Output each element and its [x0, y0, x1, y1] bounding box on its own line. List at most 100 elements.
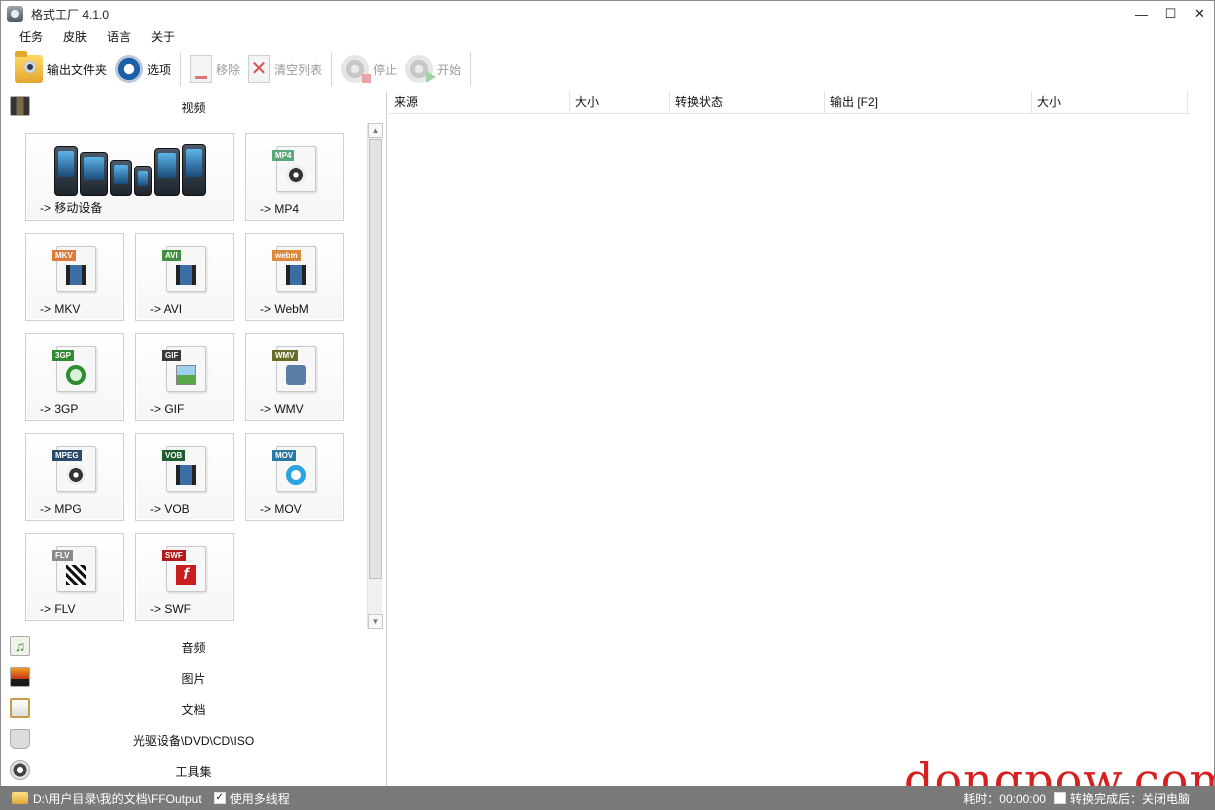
task-list-panel[interactable]: 来源 大小 转换状态 输出 [F2] 大小	[389, 91, 1214, 786]
tile-swf[interactable]: SWF f -> SWF	[135, 533, 234, 621]
stop-reel-icon	[341, 55, 372, 83]
maximize-button[interactable]: ☐	[1156, 1, 1185, 27]
stop-button[interactable]: 停止	[337, 51, 401, 87]
options-gear-icon	[115, 55, 144, 83]
start-label: 开始	[437, 62, 462, 77]
conversion-category-panel: 视频 -> 移动设备 MP4 -> MP4 MKV -> MKV AVI -> …	[1, 91, 387, 786]
tile-label: -> MPG	[40, 502, 82, 516]
tile-label: -> WMV	[260, 402, 304, 416]
column-source[interactable]: 来源	[389, 91, 570, 114]
stop-label: 停止	[373, 62, 398, 77]
format-tag: AVI	[162, 250, 181, 261]
multithread-checkbox[interactable]: ✓	[213, 792, 226, 804]
output-folder-button[interactable]: 输出文件夹	[11, 51, 111, 87]
format-tag: MOV	[272, 450, 297, 461]
category-document[interactable]: 文档	[1, 693, 386, 723]
output-folder-icon[interactable]	[12, 792, 28, 804]
vob-file-icon: VOB	[162, 446, 206, 492]
start-button[interactable]: 开始	[401, 51, 465, 87]
column-output[interactable]: 输出 [F2]	[825, 91, 1032, 114]
window-title: 格式工厂 4.1.0	[31, 7, 110, 22]
scroll-thumb[interactable]	[369, 139, 382, 579]
format-tag: MKV	[52, 250, 76, 261]
tile-label: -> MKV	[40, 302, 81, 316]
start-reel-icon	[405, 55, 437, 83]
tile-mpg[interactable]: MPEG -> MPG	[25, 433, 124, 521]
toolbar-divider	[470, 52, 472, 86]
options-button[interactable]: 选项	[111, 51, 175, 87]
tile-label: -> WebM	[260, 302, 309, 316]
toolbar-divider	[331, 52, 333, 86]
clear-x-icon: ✕	[248, 55, 271, 83]
format-tag: MP4	[272, 150, 295, 161]
elapsed-time: 耗时：00:00:00	[963, 791, 1046, 806]
format-tag: MPEG	[52, 450, 82, 461]
mkv-file-icon: MKV	[52, 246, 96, 292]
swf-file-icon: SWF f	[162, 546, 206, 592]
remove-button[interactable]: 移除	[186, 51, 244, 87]
tile-label: -> MOV	[260, 502, 302, 516]
format-tag: WMV	[272, 350, 298, 361]
category-disc-label: 光驱设备\DVD\CD\ISO	[132, 734, 255, 748]
3gp-file-icon: 3GP	[52, 346, 96, 392]
category-video-label: 视频	[181, 101, 206, 115]
output-folder-label: 输出文件夹	[47, 62, 108, 77]
column-size[interactable]: 大小	[570, 91, 670, 114]
category-image-label: 图片	[181, 672, 206, 686]
multithread-label: 使用多线程	[229, 791, 290, 806]
clear-list-button[interactable]: ✕ 清空列表	[244, 51, 326, 87]
shutdown-checkbox[interactable]	[1053, 792, 1066, 804]
format-tag: SWF	[162, 550, 186, 561]
format-tag: webm	[272, 250, 301, 261]
menu-language[interactable]: 语言	[97, 28, 141, 46]
video-format-grid: -> 移动设备 MP4 -> MP4 MKV -> MKV AVI -> AVI…	[25, 133, 345, 627]
tile-webm[interactable]: webm -> WebM	[245, 233, 344, 321]
tile-label: -> GIF	[150, 402, 185, 416]
menu-about[interactable]: 关于	[141, 28, 185, 46]
tile-label: -> 3GP	[40, 402, 79, 416]
category-image[interactable]: 图片	[1, 662, 386, 692]
output-path[interactable]: D:\用户目录\我的文档\FFOutput	[33, 790, 202, 807]
format-grid-scrollbar[interactable]: ▲ ▼	[367, 123, 383, 629]
category-document-label: 文档	[181, 703, 206, 717]
column-output-size[interactable]: 大小	[1032, 91, 1188, 114]
minimize-button[interactable]: —	[1127, 1, 1156, 27]
tile-wmv[interactable]: WMV -> WMV	[245, 333, 344, 421]
format-tag: VOB	[162, 450, 186, 461]
category-video[interactable]: 视频	[1, 91, 386, 121]
tile-label: -> AVI	[150, 302, 183, 316]
clear-list-label: 清空列表	[274, 62, 323, 77]
mov-file-icon: MOV	[272, 446, 316, 492]
tile-mkv[interactable]: MKV -> MKV	[25, 233, 124, 321]
folder-icon	[15, 51, 43, 83]
tile-mobile-device[interactable]: -> 移动设备	[25, 133, 234, 221]
tile-label: -> SWF	[150, 602, 191, 616]
status-bar: D:\用户目录\我的文档\FFOutput ✓ 使用多线程 耗时：00:00:0…	[0, 786, 1215, 810]
tile-flv[interactable]: FLV -> FLV	[25, 533, 124, 621]
flv-file-icon: FLV	[52, 546, 96, 592]
scroll-down-arrow-icon[interactable]: ▼	[368, 614, 383, 629]
tile-mov[interactable]: MOV -> MOV	[245, 433, 344, 521]
tile-label: -> VOB	[150, 502, 190, 516]
category-disc[interactable]: 光驱设备\DVD\CD\ISO	[1, 724, 386, 754]
menu-task[interactable]: 任务	[9, 28, 53, 46]
category-tools[interactable]: 工具集	[1, 755, 386, 785]
gif-file-icon: GIF	[162, 346, 206, 392]
scroll-up-arrow-icon[interactable]: ▲	[368, 123, 383, 138]
close-button[interactable]: ✕	[1185, 1, 1214, 27]
status-right: 耗时：00:00:00 转换完成后：关闭电脑	[963, 786, 1190, 810]
tile-vob[interactable]: VOB -> VOB	[135, 433, 234, 521]
tile-mp4[interactable]: MP4 -> MP4	[245, 133, 344, 221]
mobile-devices-icon	[54, 142, 206, 196]
remove-document-icon	[190, 55, 213, 83]
toolbar: 输出文件夹 选项 移除 ✕ 清空列表 停止 开始	[11, 49, 476, 89]
tile-3gp[interactable]: 3GP -> 3GP	[25, 333, 124, 421]
mpeg-file-icon: MPEG	[52, 446, 96, 492]
tile-gif[interactable]: GIF -> GIF	[135, 333, 234, 421]
format-tag: GIF	[162, 350, 182, 361]
tile-avi[interactable]: AVI -> AVI	[135, 233, 234, 321]
menu-skin[interactable]: 皮肤	[53, 28, 97, 46]
column-status[interactable]: 转换状态	[670, 91, 825, 114]
category-audio-label: 音频	[181, 641, 206, 655]
category-audio[interactable]: ♫ 音频	[1, 631, 386, 661]
